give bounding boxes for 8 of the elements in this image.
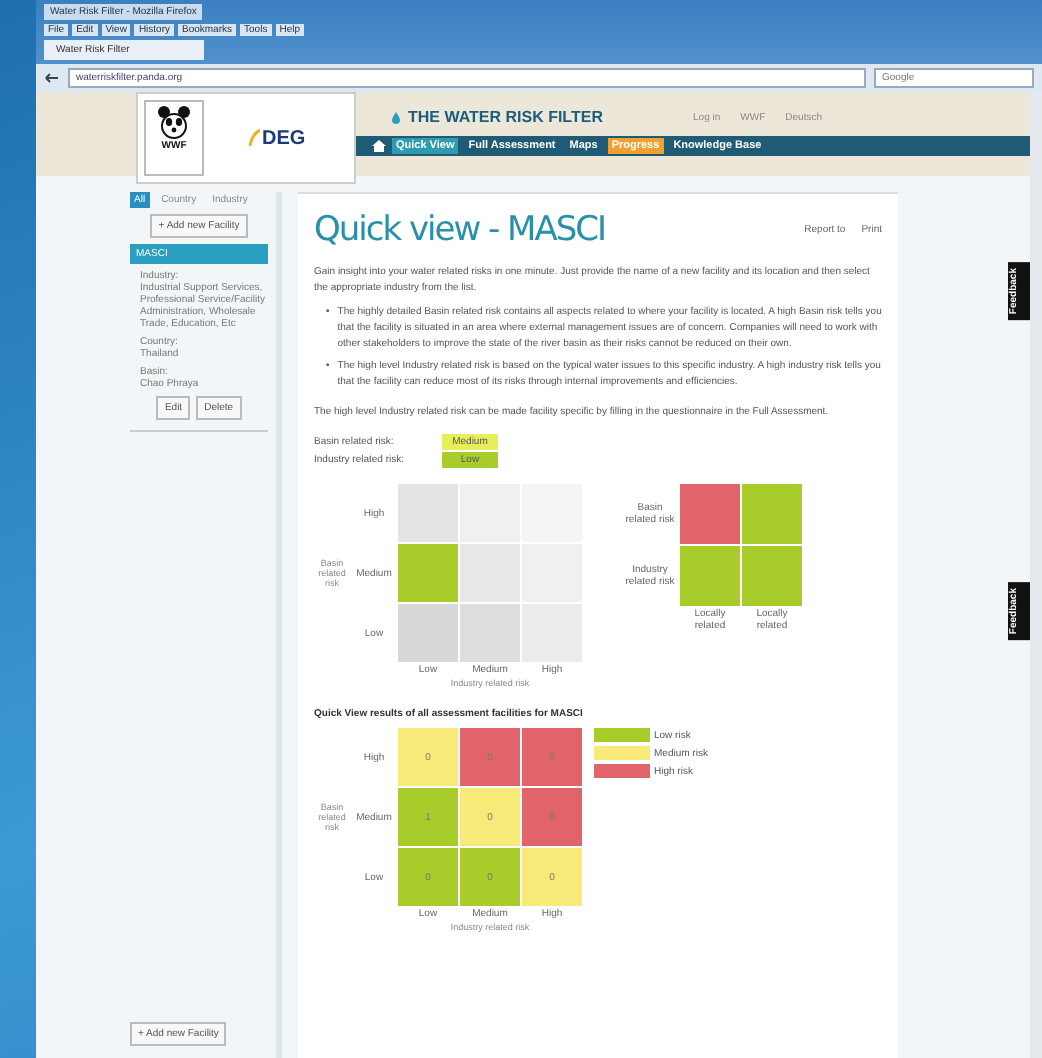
swoosh-icon xyxy=(248,128,260,148)
partner-logo: DEG xyxy=(262,127,306,149)
site-title: THE WATER RISK FILTER xyxy=(408,108,605,126)
panda-icon xyxy=(156,104,192,140)
drop-icon xyxy=(392,111,400,123)
page-title: Quick view - MASCI xyxy=(314,210,608,250)
back-icon[interactable] xyxy=(44,72,60,84)
home-icon[interactable] xyxy=(372,140,386,152)
